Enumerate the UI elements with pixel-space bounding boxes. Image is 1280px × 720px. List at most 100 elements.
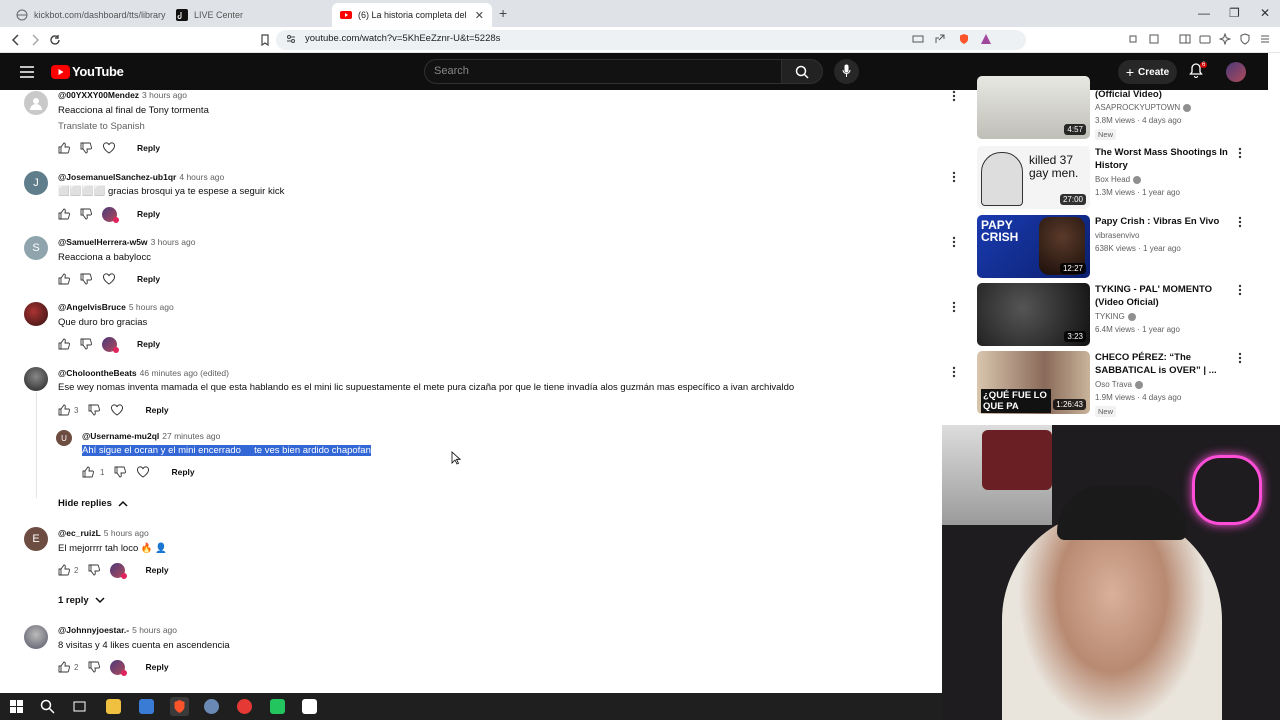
new-tab-icon[interactable]: + (499, 5, 507, 21)
video-thumbnail[interactable]: PAPY CRISH 12:27 (977, 215, 1090, 278)
heart-icon[interactable] (136, 465, 150, 479)
heart-icon[interactable] (110, 403, 124, 417)
reply-button[interactable]: Reply (145, 405, 168, 415)
heart-icon[interactable] (102, 141, 116, 155)
comment-time[interactable]: 5 hours ago (129, 302, 174, 312)
task-view-icon[interactable] (72, 699, 87, 714)
comment-avatar[interactable] (24, 625, 48, 649)
comment-time[interactable]: 3 hours ago (151, 237, 196, 247)
video-title[interactable]: CHECO PÉREZ: “The SABBATICAL is OVER” | … (1095, 351, 1229, 377)
youtube-logo-text[interactable]: YouTube (72, 64, 124, 79)
vpn-icon[interactable] (1239, 33, 1251, 45)
reply-button[interactable]: Reply (145, 662, 168, 672)
sidebar-toggle-icon[interactable] (1179, 33, 1191, 45)
comment-avatar[interactable]: E (24, 527, 48, 551)
reply-author[interactable]: @Username-mu2ql (82, 431, 159, 441)
comment-avatar[interactable] (24, 91, 48, 115)
recommendation-item[interactable]: PAPY CRISH 12:27 Papy Crish : Vibras En … (977, 215, 1267, 278)
comment-author[interactable]: @JosemanuelSanchez-ub1qr (58, 172, 176, 182)
windows-start-icon[interactable] (9, 699, 24, 714)
like-icon[interactable] (82, 466, 94, 478)
view-replies-button[interactable]: 1 reply (58, 595, 105, 606)
reply-button[interactable]: Reply (171, 467, 194, 477)
tab-kickbot[interactable]: kickbot.com/dashboard/tts/library (8, 3, 168, 27)
window-close-icon[interactable]: ✕ (1260, 6, 1270, 20)
comment-author[interactable]: @ec_ruizL (58, 528, 101, 538)
capcut-icon[interactable] (302, 699, 317, 714)
dislike-icon[interactable] (80, 208, 92, 220)
dislike-icon[interactable] (80, 142, 92, 154)
like-icon[interactable] (58, 208, 70, 220)
comment-author[interactable]: @SamuelHerrera-w5w (58, 237, 148, 247)
video-thumbnail[interactable]: killed 37 gay men. 27:00 (977, 146, 1090, 209)
youtube-logo-icon[interactable] (51, 65, 70, 79)
voice-search-button[interactable] (834, 59, 859, 84)
dislike-icon[interactable] (80, 273, 92, 285)
dislike-icon[interactable] (88, 404, 101, 416)
like-icon[interactable] (58, 661, 70, 673)
hide-replies-button[interactable]: Hide replies (58, 498, 128, 509)
more-options-icon[interactable] (1238, 216, 1242, 228)
account-avatar[interactable] (1226, 62, 1246, 82)
app-icon[interactable] (270, 699, 285, 714)
comment-avatar[interactable] (24, 367, 48, 391)
translate-link[interactable]: Translate to Spanish (58, 121, 145, 132)
dislike-icon[interactable] (80, 338, 92, 350)
recommendation-item[interactable]: 4:57 (Official Video) ASAPROCKYUPTOWN 3.… (977, 76, 1267, 140)
heart-icon[interactable] (102, 272, 116, 286)
channel-name[interactable]: vibrasenvivo (1095, 231, 1139, 240)
tab-youtube-video[interactable]: (6) La historia completa del NIN ✕ (332, 3, 492, 27)
reply-button[interactable]: Reply (145, 565, 168, 575)
video-title[interactable]: The Worst Mass Shootings In History (1095, 146, 1229, 172)
more-options-icon[interactable] (1238, 284, 1242, 296)
video-thumbnail[interactable]: 3:23 (977, 283, 1090, 346)
brave-rewards-icon[interactable] (980, 33, 992, 45)
brave-browser-icon[interactable] (172, 699, 187, 714)
comment-author[interactable]: @Johnnyjoestar.- (58, 625, 129, 635)
extensions-icon[interactable] (1127, 33, 1139, 45)
recommendation-item[interactable]: 3:23 TYKING - PAL' MOMENTO (Video Oficia… (977, 283, 1267, 346)
reply-button[interactable]: Reply (137, 209, 160, 219)
comment-time[interactable]: 46 minutes ago (edited) (140, 368, 229, 378)
more-options-icon[interactable] (952, 301, 956, 313)
like-icon[interactable] (58, 142, 70, 154)
video-title[interactable]: TYKING - PAL' MOMENTO (Video Oficial) (1095, 283, 1229, 309)
bookmark-icon[interactable] (258, 33, 272, 47)
more-options-icon[interactable] (952, 171, 956, 183)
dislike-icon[interactable] (88, 661, 101, 673)
minimize-icon[interactable]: — (1198, 6, 1210, 20)
reply-button[interactable]: Reply (137, 143, 160, 153)
store-icon[interactable] (139, 699, 154, 714)
taskbar-search-icon[interactable] (40, 699, 55, 714)
like-icon[interactable] (58, 404, 70, 416)
leo-ai-icon[interactable] (1219, 33, 1231, 45)
recommendation-item[interactable]: ¿QUÉ FUE LO QUE PA 1:26:43 CHECO PÉREZ: … (977, 351, 1267, 417)
more-options-icon[interactable] (952, 90, 956, 102)
tab-live-center[interactable]: LIVE Center (168, 3, 328, 27)
like-icon[interactable] (58, 564, 70, 576)
dislike-icon[interactable] (114, 466, 127, 478)
reply-avatar[interactable]: U (56, 430, 72, 446)
comment-author[interactable]: @CholoontheBeats (58, 368, 137, 378)
video-title[interactable]: (Official Video) (1095, 88, 1229, 101)
restore-icon[interactable]: ❐ (1229, 6, 1240, 20)
app-icon[interactable] (204, 699, 219, 714)
video-title[interactable]: Papy Crish : Vibras En Vivo (1095, 215, 1229, 228)
reload-icon[interactable] (48, 33, 62, 47)
wallet-icon[interactable] (1148, 33, 1160, 45)
comment-time[interactable]: 4 hours ago (179, 172, 224, 182)
video-thumbnail[interactable]: ¿QUÉ FUE LO QUE PA 1:26:43 (977, 351, 1090, 414)
file-explorer-icon[interactable] (106, 699, 121, 714)
comment-time[interactable]: 3 hours ago (142, 90, 187, 100)
cast-icon[interactable] (912, 33, 924, 45)
more-options-icon[interactable] (952, 236, 956, 248)
search-input[interactable] (424, 59, 782, 84)
comment-avatar[interactable]: J (24, 171, 48, 195)
channel-name[interactable]: TYKING (1095, 312, 1136, 321)
comment-time[interactable]: 5 hours ago (104, 528, 149, 538)
reply-button[interactable]: Reply (137, 339, 160, 349)
search-button[interactable] (781, 59, 823, 84)
create-button[interactable]: + Create (1118, 60, 1177, 84)
like-icon[interactable] (58, 273, 70, 285)
comment-author[interactable]: @00YXXY00Mendez (58, 90, 139, 100)
